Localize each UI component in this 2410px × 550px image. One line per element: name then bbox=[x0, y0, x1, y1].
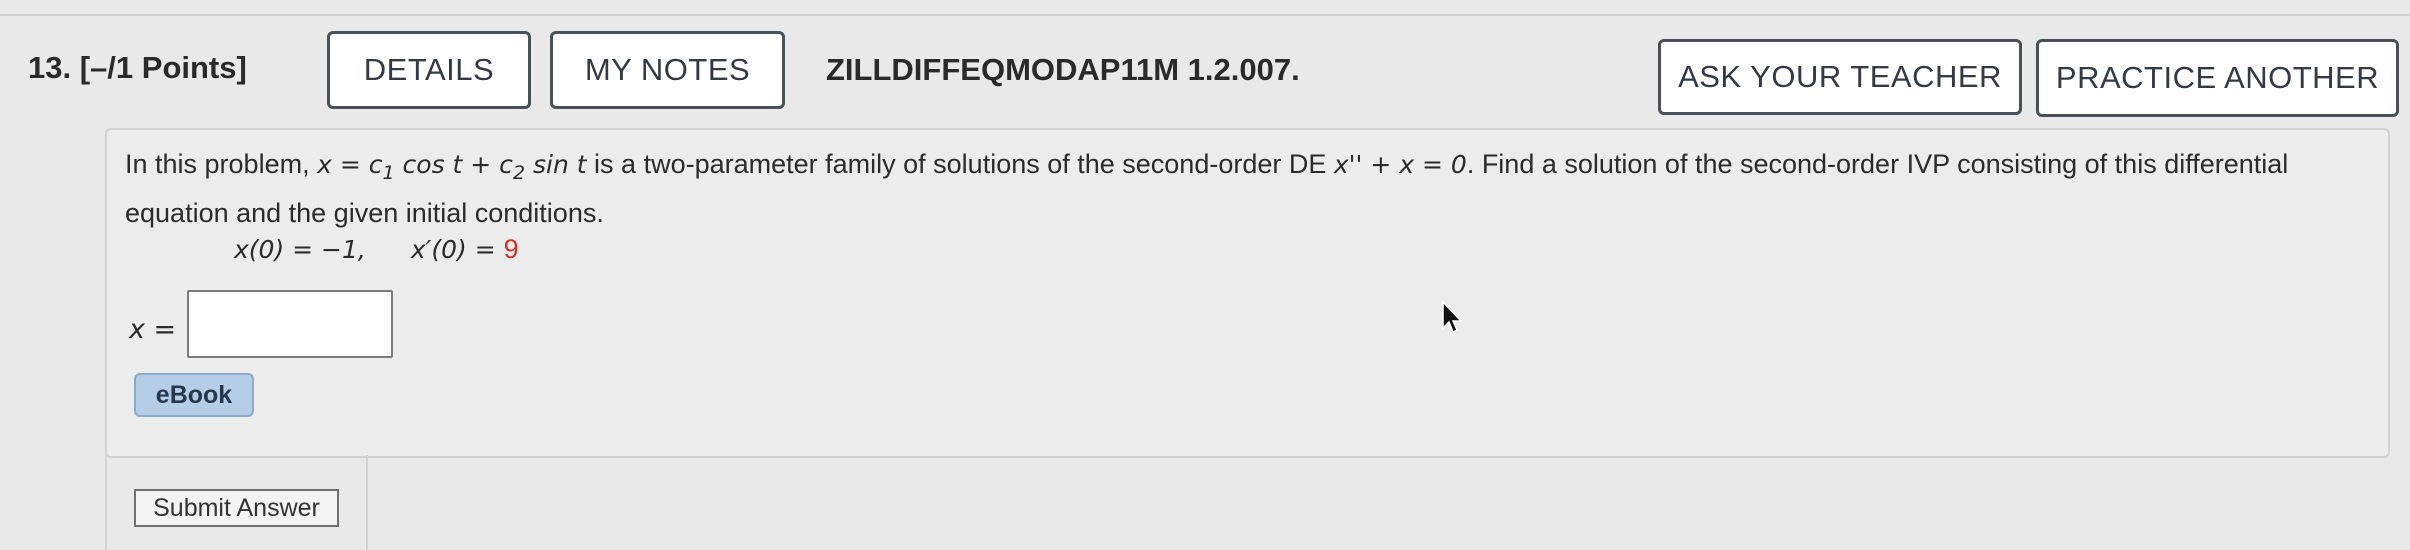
question-points: [–/1 Points] bbox=[79, 50, 247, 85]
ask-your-teacher-button[interactable]: ASK YOUR TEACHER bbox=[1658, 39, 2022, 115]
subscript-1: 1 bbox=[382, 162, 395, 184]
ebook-button[interactable]: eBook bbox=[134, 373, 254, 417]
mouse-pointer-icon bbox=[1442, 300, 1463, 334]
question-number-text: 13. bbox=[28, 50, 72, 85]
answer-label: x = bbox=[129, 314, 177, 345]
question-number: 13. [–/1 Points] bbox=[28, 50, 247, 86]
problem-statement: In this problem, x = c1 cos t + c2 sin t… bbox=[125, 144, 2375, 233]
details-button[interactable]: DETAILS bbox=[327, 31, 531, 109]
family-cos: cos t + c bbox=[394, 150, 513, 179]
family-c1: x = c bbox=[317, 150, 383, 179]
problem-middle: is a two-parameter family of solutions o… bbox=[586, 149, 1334, 179]
submit-answer-button[interactable]: Submit Answer bbox=[134, 489, 339, 527]
practice-another-button[interactable]: PRACTICE ANOTHER bbox=[2036, 39, 2399, 117]
family-sin: sin t bbox=[525, 150, 587, 179]
differential-equation: x'' + x = 0 bbox=[1333, 150, 1467, 179]
problem-intro: In this problem, bbox=[125, 149, 318, 179]
initial-condition-xprime: x′(0) = bbox=[410, 235, 504, 264]
initial-conditions: x(0) = −1, x′(0) = 9 bbox=[234, 234, 519, 265]
subscript-2: 2 bbox=[512, 162, 526, 184]
question-header: 13. [–/1 Points] DETAILS MY NOTES ZILLDI… bbox=[0, 0, 2410, 130]
solution-family: x = c1 cos t + c2 sin t bbox=[317, 150, 587, 184]
problem-id: ZILLDIFFEQMODAP11M 1.2.007. bbox=[826, 52, 1300, 87]
answer-input[interactable] bbox=[187, 290, 393, 358]
initial-condition-xprime-value: 9 bbox=[503, 234, 519, 264]
initial-condition-x: x(0) = −1, bbox=[234, 235, 366, 264]
my-notes-button[interactable]: MY NOTES bbox=[550, 31, 785, 109]
